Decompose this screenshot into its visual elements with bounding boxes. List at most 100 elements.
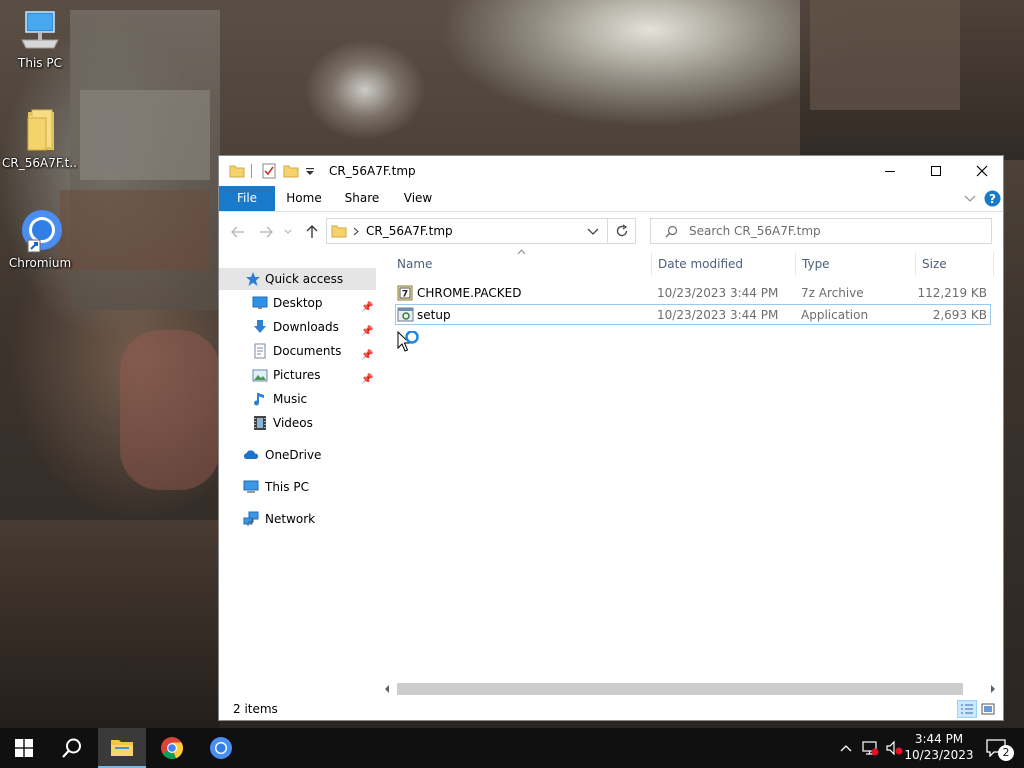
file-date-modified: 10/23/2023 3:44 PM [657,286,779,300]
nav-item-label: Quick access [265,272,344,286]
new-folder-icon[interactable] [283,163,299,179]
download-arrow-icon [254,320,266,333]
file-size: 2,693 KB [932,308,987,322]
action-center-button[interactable]: 2 [978,728,1014,768]
address-bar-row: CR_56A7F.tmp [219,212,1003,250]
close-button[interactable] [959,156,1003,186]
nav-item-label: Pictures [273,368,321,382]
file-row[interactable]: 7 CHROME.PACKED 10/23/2023 3:44 PM 7z Ar… [395,283,991,304]
expand-ribbon-icon[interactable] [964,194,976,204]
cloud-icon [243,450,259,459]
nav-item-desktop[interactable]: Desktop 📌 [219,292,376,314]
search-input[interactable] [689,222,979,240]
column-header-type[interactable]: Type [802,252,830,276]
windows-logo-icon [15,739,33,757]
clock[interactable]: 3:44 PM 10/23/2023 [904,731,974,763]
tab-home[interactable]: Home [279,186,329,211]
properties-icon[interactable] [261,163,277,179]
close-icon [976,165,988,177]
taskbar-file-explorer[interactable] [98,728,146,768]
scroll-left-icon[interactable] [383,684,391,694]
address-dropdown-icon[interactable] [587,228,599,236]
nav-item-quick-access[interactable]: Quick access [219,268,376,290]
recent-locations-button[interactable] [283,223,293,241]
item-count: 2 items [233,702,278,716]
column-divider[interactable] [651,252,652,276]
up-button[interactable] [303,223,321,241]
nav-item-videos[interactable]: Videos [219,412,376,434]
tab-view[interactable]: View [393,186,443,211]
maximize-icon [931,166,941,176]
breadcrumb-current-folder[interactable]: CR_56A7F.tmp [366,224,453,238]
minimize-button[interactable] [867,156,913,186]
desktop-icon-chromium[interactable]: Chromium [2,208,78,270]
nav-item-downloads[interactable]: Downloads 📌 [219,316,376,338]
breadcrumb-chevron-icon[interactable] [353,227,359,236]
network-status-button[interactable] [859,728,881,768]
details-view-icon[interactable] [957,700,977,718]
column-divider[interactable] [795,252,796,276]
tab-share[interactable]: Share [337,186,387,211]
column-divider[interactable] [993,252,994,276]
forward-button[interactable] [257,223,275,241]
up-arrow-icon [306,225,318,238]
taskbar-chromium[interactable] [197,728,245,768]
svg-text:7: 7 [402,290,408,300]
help-icon[interactable]: ? [984,190,1001,207]
nav-item-label: Network [265,512,316,526]
desktop-icon-this-pc[interactable]: This PC [2,10,78,70]
file-name: CHROME.PACKED [417,286,522,300]
refresh-button[interactable] [608,218,636,244]
maximize-button[interactable] [913,156,959,186]
svg-text:?: ? [989,192,996,206]
scroll-right-icon[interactable] [989,684,997,694]
nav-item-this-pc[interactable]: This PC [219,476,376,498]
search-button[interactable] [48,728,96,768]
nav-item-pictures[interactable]: Pictures 📌 [219,364,376,386]
tab-file[interactable]: File [219,186,275,211]
customize-quick-access-icon[interactable] [305,163,315,179]
notification-badge: 2 [998,745,1014,761]
network-icon [243,511,259,526]
column-header-date-modified[interactable]: Date modified [658,252,743,276]
file-explorer-window: CR_56A7F.tmp File Home Share View ? CR_5… [218,155,1004,721]
folder-icon [331,225,347,238]
desktop-icon-label: This PC [18,56,62,70]
horizontal-scrollbar[interactable] [379,680,1003,698]
network-disconnected-icon [862,741,879,756]
volume-muted-icon [886,740,903,756]
folder-icon [27,109,54,151]
title-bar[interactable]: CR_56A7F.tmp [219,156,1003,186]
film-icon [254,416,266,430]
folder-icon [229,165,245,178]
large-icons-view-icon[interactable] [981,702,995,716]
address-bar[interactable]: CR_56A7F.tmp [326,218,608,244]
column-divider[interactable] [915,252,916,276]
search-box[interactable] [650,218,992,244]
desktop-icon-label: Chromium [8,256,72,270]
file-row[interactable]: setup 10/23/2023 3:44 PM Application 2,6… [395,304,991,325]
column-header-size[interactable]: Size [922,252,947,276]
nav-item-network[interactable]: Network [219,508,376,530]
desktop-icon-cr-folder[interactable]: CR_56A7F.t... [2,108,78,170]
back-arrow-icon [231,226,244,238]
taskbar-chrome[interactable] [148,728,196,768]
nav-item-music[interactable]: Music [219,388,376,410]
computer-icon [243,480,259,493]
nav-item-label: Downloads [273,320,339,334]
pictures-icon [252,369,268,382]
application-icon [397,307,414,322]
column-header-name[interactable]: Name [397,252,432,276]
scrollbar-thumb[interactable] [397,683,963,695]
show-hidden-icons-button[interactable] [836,728,856,768]
nav-item-label: Videos [273,416,313,430]
nav-item-documents[interactable]: Documents 📌 [219,340,376,362]
documents-icon [254,343,266,359]
nav-item-onedrive[interactable]: OneDrive [219,444,376,466]
back-button[interactable] [229,223,247,241]
volume-button[interactable] [883,728,905,768]
window-title: CR_56A7F.tmp [329,164,416,178]
archive-icon: 7 [397,285,413,301]
start-button[interactable] [0,728,48,768]
ribbon-tabs: File Home Share View ? [219,186,1003,212]
